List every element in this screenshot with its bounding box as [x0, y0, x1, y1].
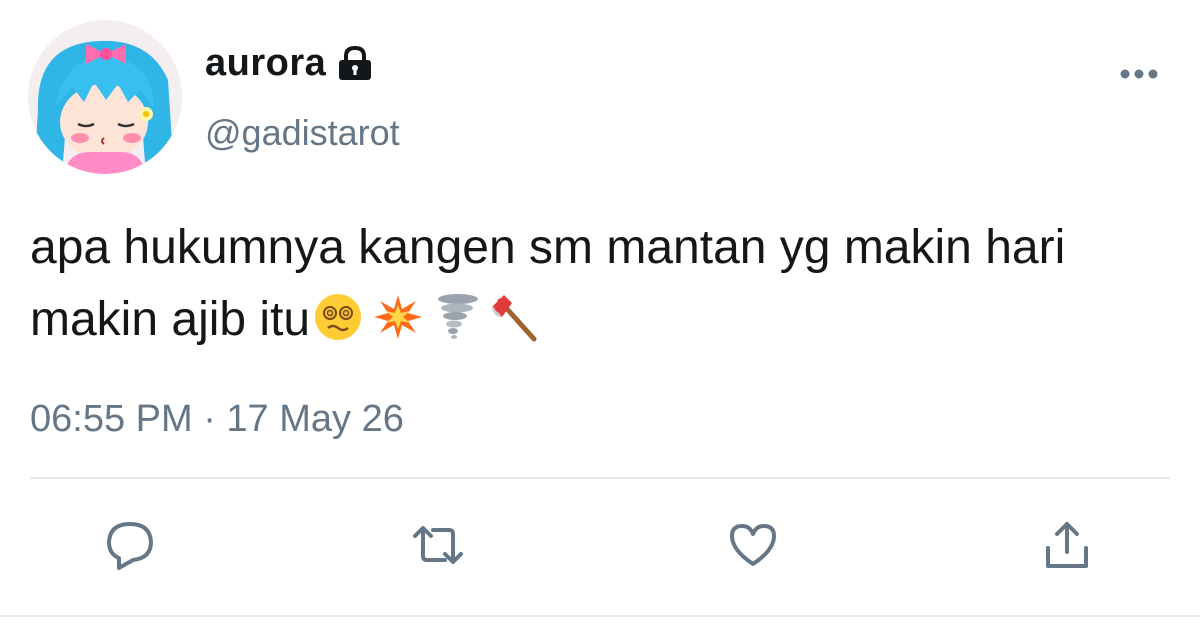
reply-icon [107, 522, 153, 570]
share-icon [1046, 522, 1088, 568]
avatar-illustration [28, 20, 182, 174]
dizzy-face-emoji-icon [312, 291, 368, 364]
like-button[interactable] [726, 518, 780, 572]
collision-emoji-icon [370, 291, 426, 364]
avatar[interactable] [28, 20, 182, 174]
bottom-divider [0, 615, 1200, 617]
reply-button[interactable] [103, 518, 157, 572]
display-name[interactable]: aurora [205, 42, 326, 85]
tweet-text: apa hukumnya kangen sm mantan yg makin h… [30, 221, 1066, 346]
user-handle[interactable]: @gadistarot [205, 112, 400, 154]
name-row: aurora [205, 42, 374, 85]
retweet-button[interactable] [411, 518, 465, 572]
divider [30, 477, 1170, 479]
tweet-text-container: apa hukumnya kangen sm mantan yg makin h… [30, 212, 1160, 364]
axe-emoji-icon [486, 291, 542, 364]
more-options-icon[interactable] [1117, 64, 1161, 84]
lock-icon [336, 45, 374, 82]
share-button[interactable] [1040, 518, 1094, 572]
retweet-icon [413, 526, 463, 564]
tweet-timestamp[interactable]: 06:55 PM · 17 May 26 [30, 398, 404, 441]
tornado-emoji-icon [428, 291, 484, 364]
heart-icon [730, 524, 776, 566]
